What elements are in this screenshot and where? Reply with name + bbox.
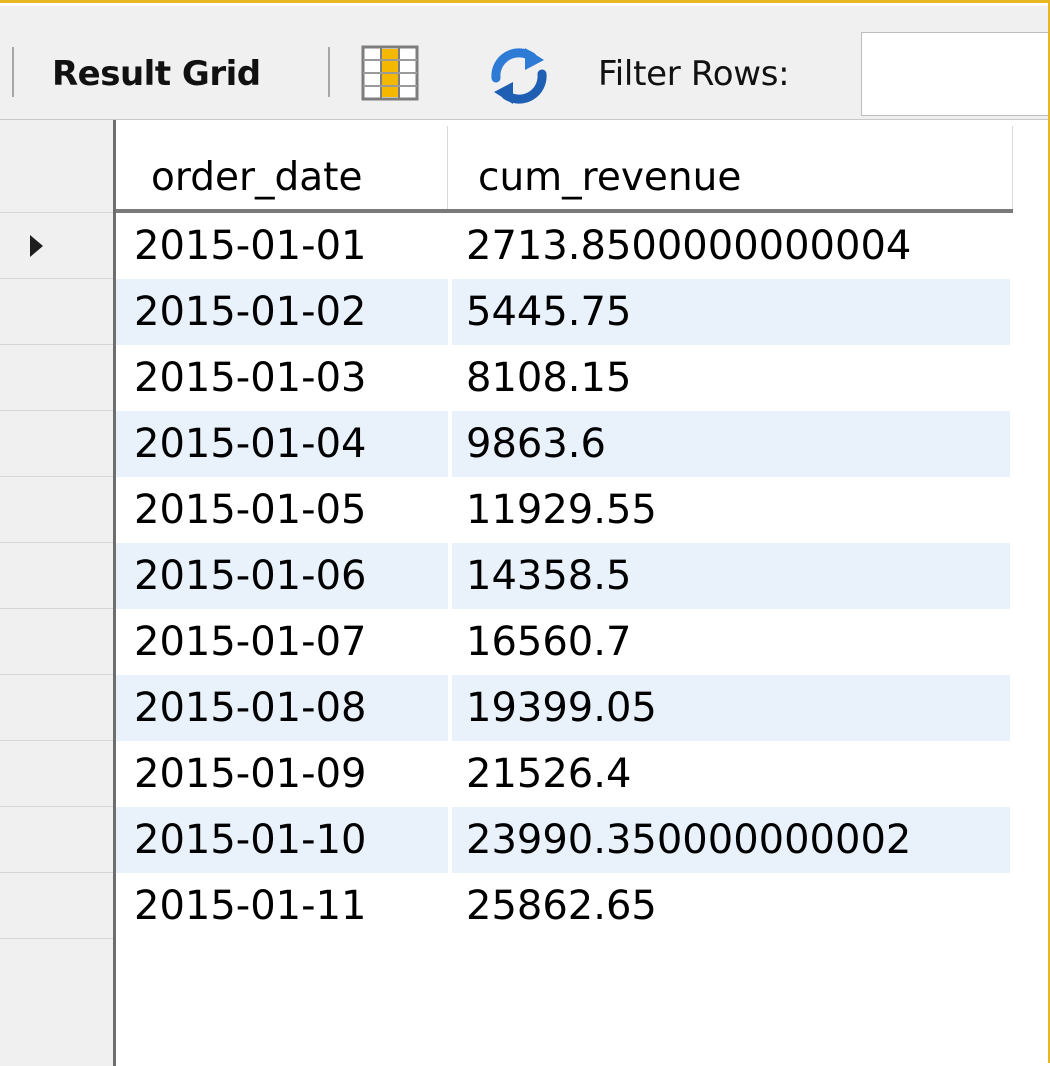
table-row[interactable]: 2015-01-05 11929.55	[116, 477, 1010, 543]
column-header-order-date[interactable]: order_date	[116, 126, 448, 209]
row-selector[interactable]	[0, 873, 113, 939]
cell-order-date[interactable]: 2015-01-09	[116, 741, 448, 807]
column-layout-icon[interactable]	[361, 45, 419, 101]
cell-cum-revenue[interactable]: 2713.8500000000004	[452, 213, 1010, 279]
cell-order-date[interactable]: 2015-01-11	[116, 873, 448, 939]
row-header-gutter	[0, 120, 116, 1066]
cell-cum-revenue[interactable]: 9863.6	[452, 411, 1010, 477]
row-selector[interactable]	[0, 279, 113, 345]
gutter-header-cell[interactable]	[0, 120, 113, 213]
cell-cum-revenue[interactable]: 19399.05	[452, 675, 1010, 741]
row-selector[interactable]	[0, 741, 113, 807]
cell-cum-revenue[interactable]: 8108.15	[452, 345, 1010, 411]
cell-order-date[interactable]: 2015-01-04	[116, 411, 448, 477]
toolbar-separator	[328, 47, 330, 97]
cell-order-date[interactable]: 2015-01-02	[116, 279, 448, 345]
cell-order-date[interactable]: 2015-01-05	[116, 477, 448, 543]
table-row[interactable]: 2015-01-04 9863.6	[116, 411, 1010, 477]
cell-order-date[interactable]: 2015-01-03	[116, 345, 448, 411]
cell-order-date[interactable]: 2015-01-07	[116, 609, 448, 675]
table-row[interactable]: 2015-01-06 14358.5	[116, 543, 1010, 609]
cell-cum-revenue[interactable]: 5445.75	[452, 279, 1010, 345]
cell-cum-revenue[interactable]: 14358.5	[452, 543, 1010, 609]
column-header-row: order_date cum_revenue	[116, 126, 1013, 213]
row-selector[interactable]	[0, 411, 113, 477]
cell-cum-revenue[interactable]: 25862.65	[452, 873, 1010, 939]
cell-cum-revenue[interactable]: 23990.350000000002	[452, 807, 1010, 873]
filter-rows-input[interactable]	[861, 32, 1048, 116]
filter-rows-label: Filter Rows:	[598, 54, 790, 94]
current-row-pointer-icon	[30, 235, 43, 257]
cell-cum-revenue[interactable]: 21526.4	[452, 741, 1010, 807]
result-grid-tab[interactable]: Result Grid	[52, 52, 261, 96]
cell-order-date[interactable]: 2015-01-06	[116, 543, 448, 609]
table-row[interactable]: 2015-01-11 25862.65	[116, 873, 1010, 939]
table-row[interactable]: 2015-01-08 19399.05	[116, 675, 1010, 741]
table-row[interactable]: 2015-01-03 8108.15	[116, 345, 1010, 411]
cell-cum-revenue[interactable]: 16560.7	[452, 609, 1010, 675]
column-header-cum-revenue[interactable]: cum_revenue	[448, 126, 1013, 209]
cell-order-date[interactable]: 2015-01-10	[116, 807, 448, 873]
table-row[interactable]: 2015-01-10 23990.350000000002	[116, 807, 1010, 873]
table-row[interactable]: 2015-01-01 2713.8500000000004	[116, 213, 1010, 279]
result-grid: order_date cum_revenue 2015-01-01 2713.85…	[0, 120, 1048, 1066]
toolbar-separator	[12, 47, 14, 97]
cell-cum-revenue[interactable]: 11929.55	[452, 477, 1010, 543]
table-row[interactable]: 2015-01-09 21526.4	[116, 741, 1010, 807]
cell-order-date[interactable]: 2015-01-01	[116, 213, 448, 279]
row-selector[interactable]	[0, 807, 113, 873]
row-selector[interactable]	[0, 477, 113, 543]
row-selector[interactable]	[0, 345, 113, 411]
result-grid-panel: Result Grid Filter Rows: order_date cum_…	[0, 0, 1050, 1066]
cell-order-date[interactable]: 2015-01-08	[116, 675, 448, 741]
row-selector[interactable]	[0, 609, 113, 675]
row-selector[interactable]	[0, 213, 113, 279]
row-selector[interactable]	[0, 675, 113, 741]
table-row[interactable]: 2015-01-02 5445.75	[116, 279, 1010, 345]
result-toolbar: Result Grid Filter Rows:	[0, 6, 1048, 120]
table-row[interactable]: 2015-01-07 16560.7	[116, 609, 1010, 675]
refresh-icon[interactable]	[488, 48, 550, 104]
row-selector[interactable]	[0, 543, 113, 609]
